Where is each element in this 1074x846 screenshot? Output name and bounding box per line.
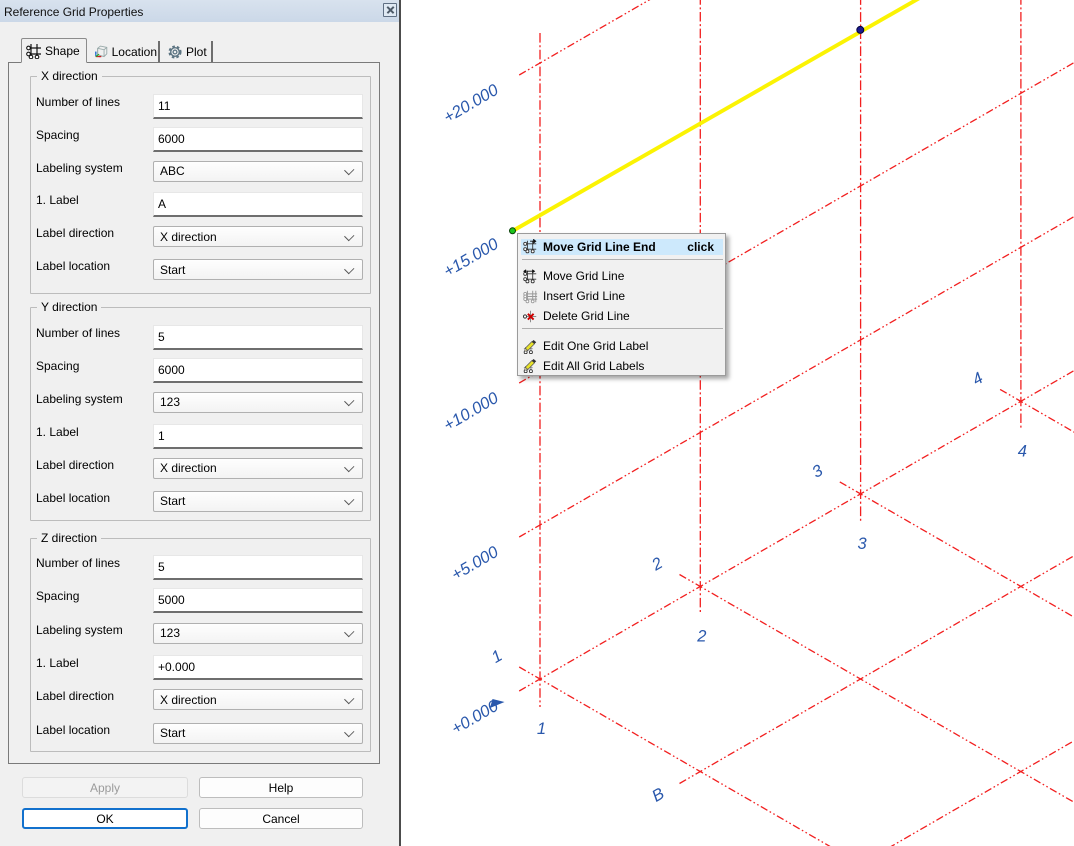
svg-text:B: B (649, 785, 668, 806)
svg-text:3: 3 (809, 461, 827, 482)
svg-text:2: 2 (648, 554, 666, 575)
svg-text:4: 4 (1018, 442, 1027, 460)
svg-text:+20.000: +20.000 (441, 81, 503, 127)
svg-text:+5.000: +5.000 (448, 543, 502, 585)
svg-text:1: 1 (488, 647, 505, 667)
svg-text:2: 2 (696, 628, 706, 646)
svg-text:4: 4 (969, 369, 986, 389)
svg-text:1: 1 (537, 720, 546, 738)
svg-text:+15.000: +15.000 (441, 235, 503, 281)
svg-text:3: 3 (858, 535, 868, 553)
svg-text:+10.000: +10.000 (441, 389, 503, 435)
